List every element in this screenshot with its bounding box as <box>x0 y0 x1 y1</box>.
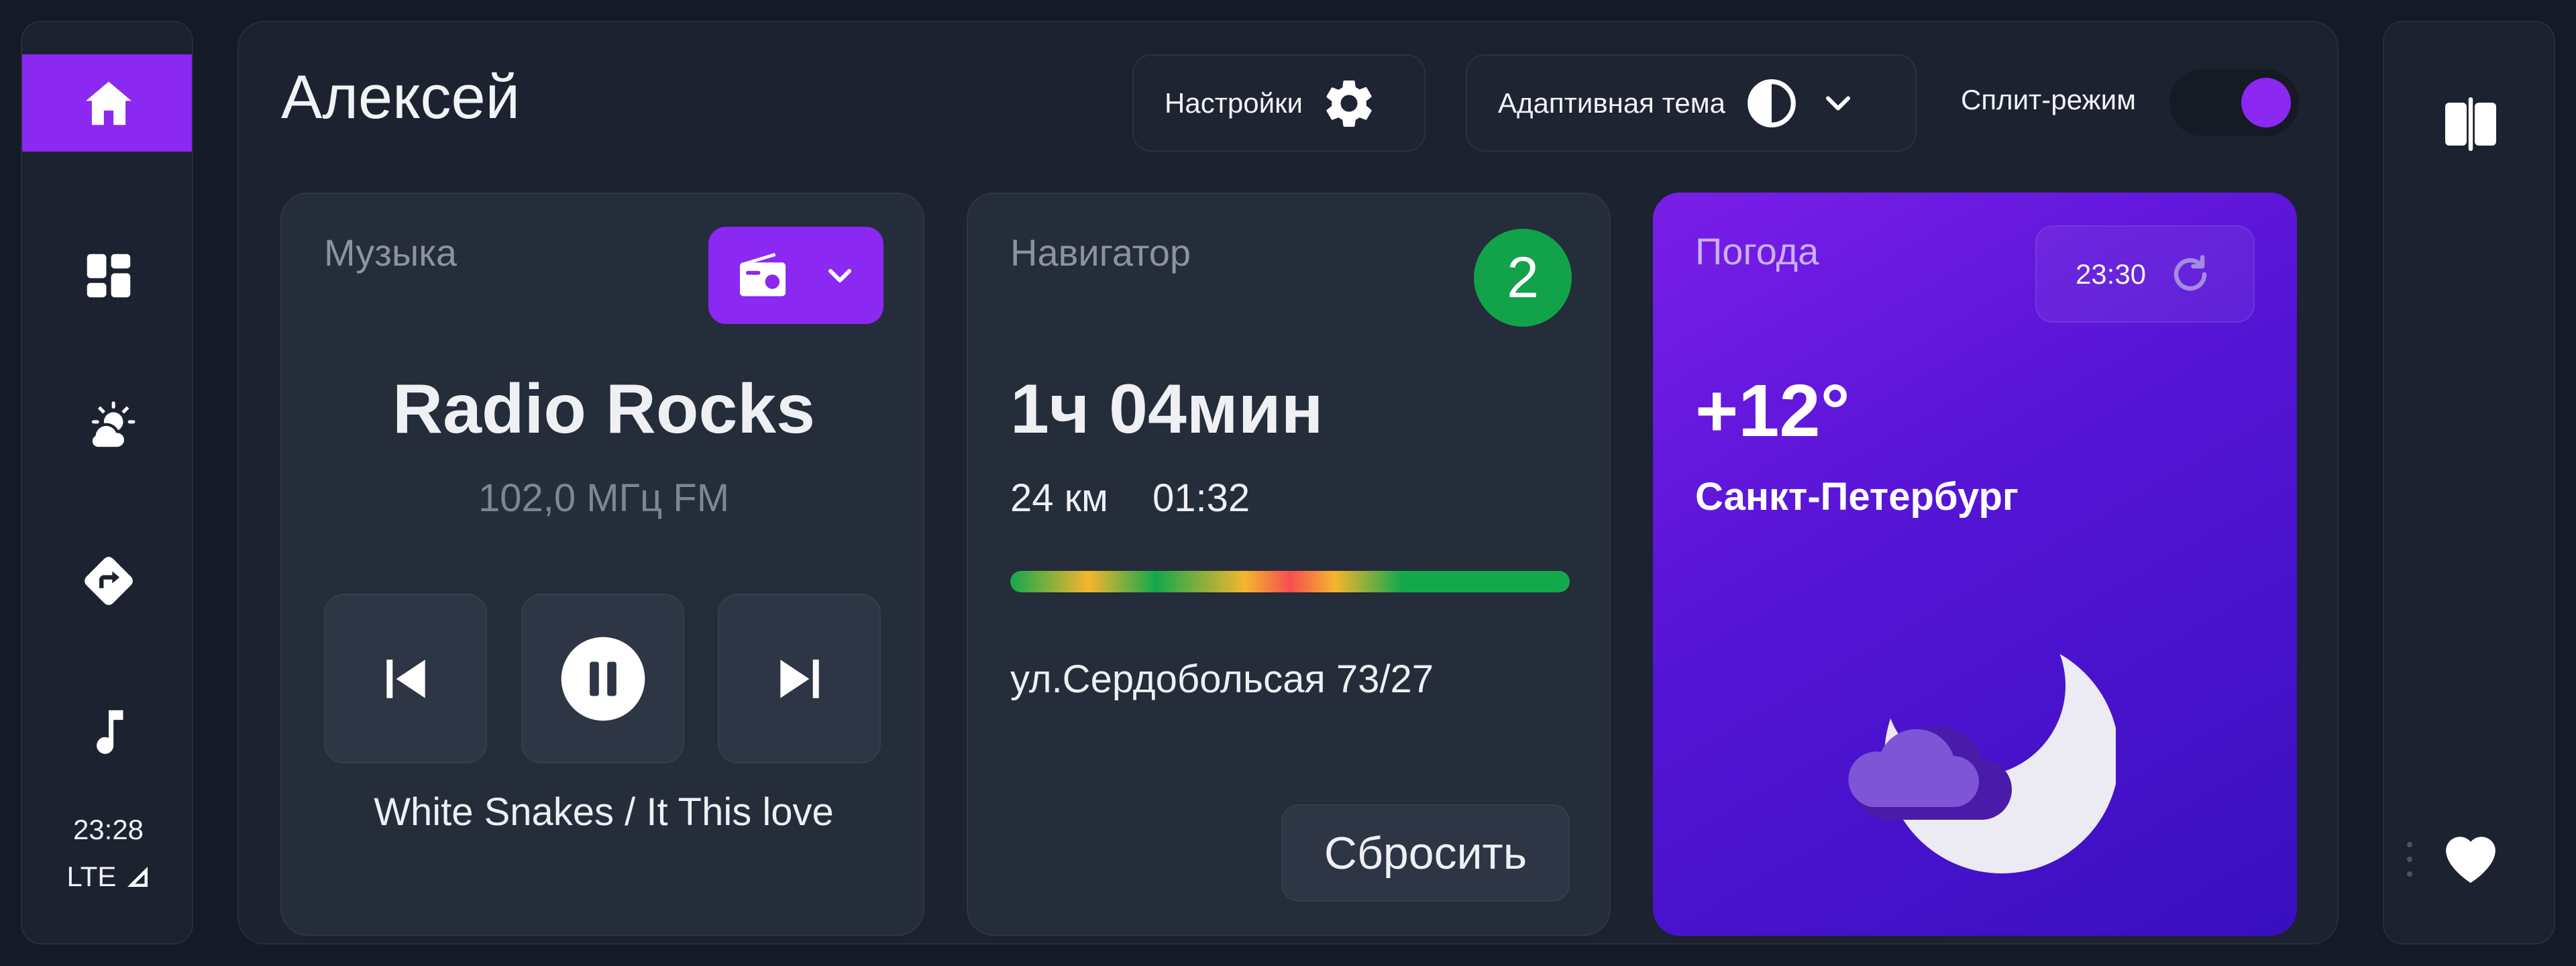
temperature: +12° <box>1695 370 1850 452</box>
theme-label: Адаптивная тема <box>1498 87 1725 119</box>
music-note-icon <box>96 710 123 754</box>
weather-title: Погода <box>1695 230 1819 272</box>
music-card: Музыка Radio Rocks 102,0 МГц FM White Sn… <box>280 193 924 936</box>
toggle-knob <box>2241 78 2291 127</box>
navigation-icon <box>84 556 133 605</box>
sidebar-item-navigation[interactable] <box>22 532 192 629</box>
radio-icon <box>739 252 786 296</box>
skip-next-icon <box>780 659 819 698</box>
moon-cloud-icon <box>1848 639 2116 873</box>
settings-label: Настройки <box>1165 87 1303 119</box>
theme-dropdown[interactable]: Адаптивная тема <box>1466 54 1917 152</box>
reset-button[interactable]: Сбросить <box>1281 804 1570 902</box>
main-panel: Алексей Настройки Адаптивная тема Сплит-… <box>237 21 2339 945</box>
traffic-bar <box>1010 571 1570 592</box>
sidebar-item-home[interactable] <box>22 54 192 152</box>
navigator-card: Навигатор 2 1ч 04мин 24 км 01:32 ул.Серд… <box>967 193 1611 936</box>
update-time: 23:30 <box>2075 258 2147 290</box>
chevron-down-icon <box>828 268 851 282</box>
sidebar-item-dashboard[interactable] <box>22 227 192 324</box>
arrival-time: 01:32 <box>1152 476 1250 520</box>
next-button[interactable] <box>718 594 881 763</box>
gear-icon <box>1326 80 1372 127</box>
refresh-icon <box>2174 254 2207 290</box>
music-title: Музыка <box>324 231 458 274</box>
clock: 23:28 <box>72 814 144 845</box>
network-status: LTE <box>67 861 150 893</box>
route-count-badge[interactable]: 2 <box>1474 229 1572 327</box>
contrast-icon <box>1748 78 1796 127</box>
favorites-button[interactable] <box>2424 810 2516 902</box>
destination-address: ул.Сердобольсая 73/27 <box>1010 657 1434 701</box>
settings-button[interactable]: Настройки <box>1132 54 1426 152</box>
weather-refresh-button[interactable]: 23:30 <box>2035 225 2255 323</box>
chevron-down-icon <box>1825 96 1850 110</box>
navigator-title: Навигатор <box>1010 231 1191 274</box>
left-sidebar: 23:28 LTE <box>21 21 193 945</box>
split-view-button[interactable] <box>2384 75 2557 172</box>
previous-button[interactable] <box>324 594 487 763</box>
weather-card: Погода 23:30 +12° Санкт-Петербург <box>1653 193 2297 936</box>
station-frequency: 102,0 МГц FM <box>478 476 730 520</box>
route-meta: 24 км 01:32 <box>1010 476 1283 521</box>
split-screen-icon <box>2445 97 2496 151</box>
music-source-dropdown[interactable] <box>708 227 883 324</box>
split-mode-label: Сплит-режим <box>1961 84 2136 115</box>
signal-icon <box>127 867 148 887</box>
network-type: LTE <box>66 861 117 892</box>
station-name: Radio Rocks <box>392 370 815 448</box>
dashboard-icon <box>87 254 130 297</box>
sidebar-item-weather[interactable] <box>22 378 192 475</box>
weather-icon <box>89 400 135 449</box>
city: Санкт-Петербург <box>1695 475 2019 519</box>
home-icon <box>85 81 131 125</box>
status-area: 23:28 LTE <box>22 814 192 893</box>
split-mode-toggle[interactable] <box>2169 69 2299 136</box>
track-name: White Snakes / It This love <box>374 790 834 834</box>
pause-icon <box>561 637 645 720</box>
sidebar-item-music[interactable] <box>22 683 192 780</box>
distance: 24 км <box>1010 476 1108 520</box>
right-sidebar <box>2383 21 2555 945</box>
heart-icon <box>2445 836 2496 883</box>
eta: 1ч 04мин <box>1010 370 1324 448</box>
skip-previous-icon <box>386 659 425 698</box>
pause-button[interactable] <box>521 594 684 763</box>
car-dashboard: 23:28 LTE Алексей Настройки Адаптивная т… <box>0 0 2576 966</box>
drag-handle-icon[interactable] <box>2406 839 2414 879</box>
user-name: Алексей <box>281 63 521 131</box>
